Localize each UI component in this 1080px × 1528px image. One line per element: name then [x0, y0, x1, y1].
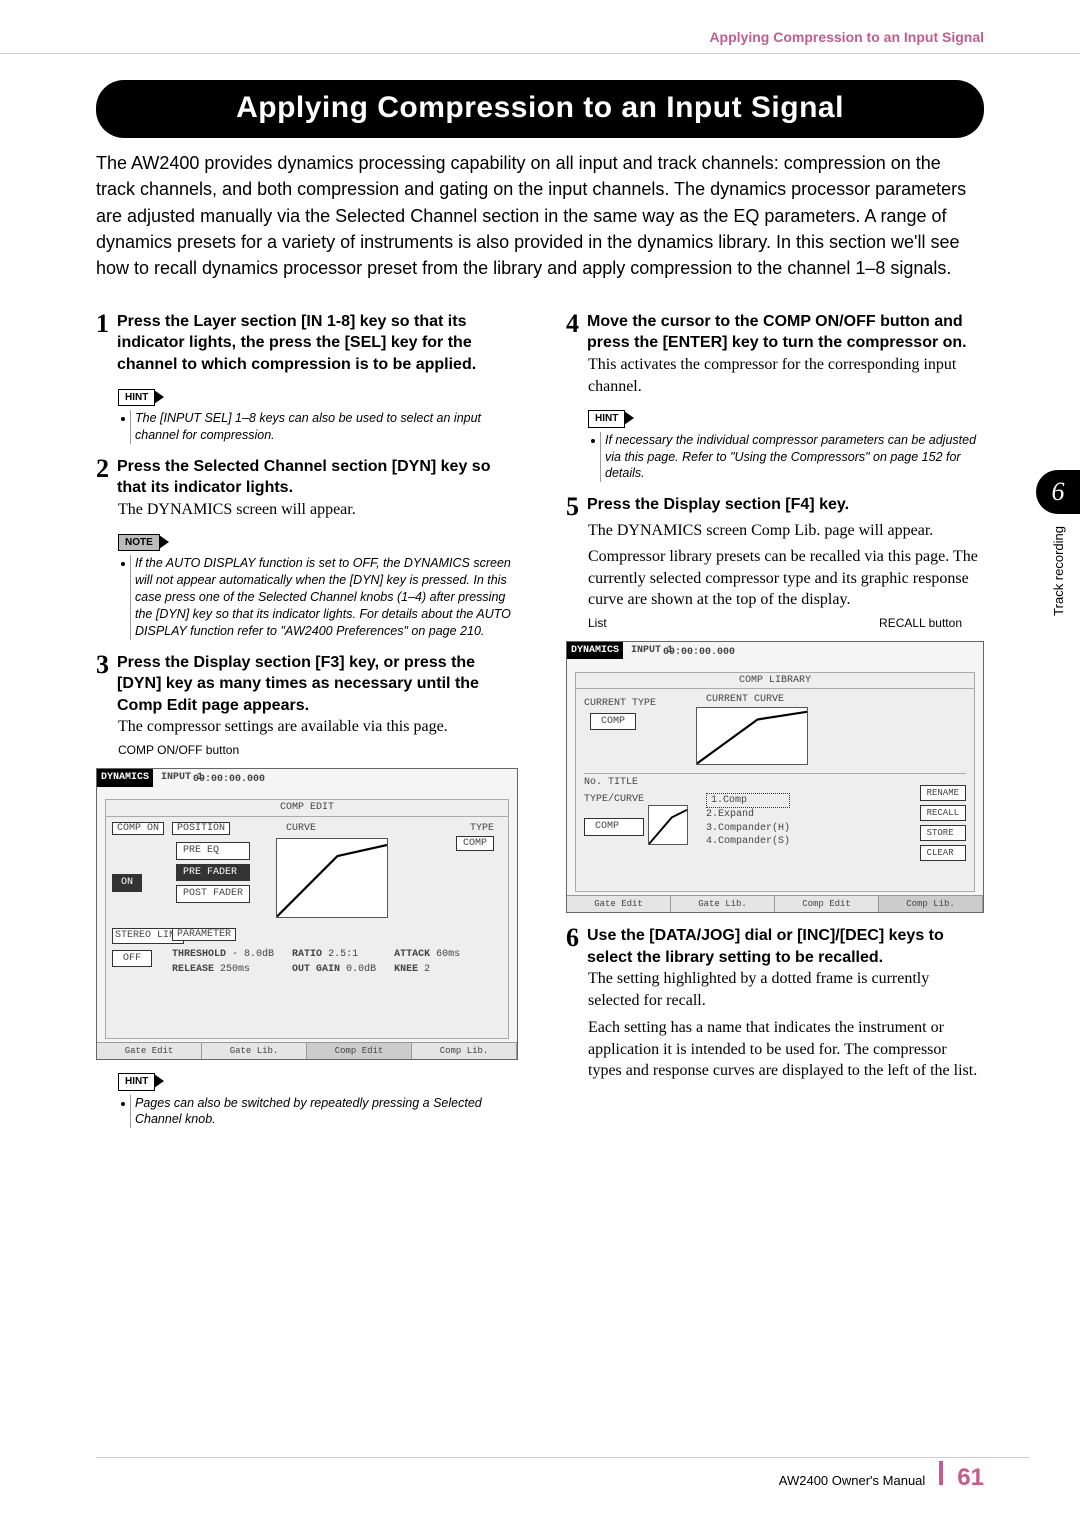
pos-option-post-fader[interactable]: POST FADER — [176, 885, 250, 903]
chapter-number: 6 — [1036, 470, 1080, 514]
step-4: 4 Move the cursor to the COMP ON/OFF but… — [566, 311, 984, 354]
type-curve-value: COMP — [584, 818, 644, 836]
footer-separator — [939, 1461, 943, 1485]
step-heading: Press the Display section [F3] key, or p… — [117, 652, 518, 717]
curve-label: CURVE — [286, 822, 316, 836]
stereo-link-toggle[interactable]: OFF — [112, 950, 152, 968]
step-body: The compressor settings are available vi… — [118, 716, 518, 738]
section-title: Applying Compression to an Input Signal — [96, 80, 984, 139]
callout-recall-button: RECALL button — [879, 615, 962, 631]
param-release[interactable]: RELEASE 250ms — [172, 963, 274, 977]
callout-list: List — [588, 615, 607, 631]
rename-button[interactable]: RENAME — [920, 785, 966, 801]
left-column: 1 Press the Layer section [IN 1-8] key s… — [96, 299, 518, 1129]
pos-option-pre-eq[interactable]: PRE EQ — [176, 842, 250, 860]
dynamics-comp-edit-screenshot: DYNAMICS INPUT 1 00:00:00.000 COMP EDIT … — [96, 768, 518, 1060]
step-body: Compressor library presets can be recall… — [588, 546, 984, 611]
step-heading: Move the cursor to the COMP ON/OFF butto… — [587, 311, 984, 354]
recall-button[interactable]: RECALL — [920, 805, 966, 821]
section-label: COMP EDIT — [106, 800, 508, 817]
current-curve-graph — [696, 707, 808, 765]
step-body: The DYNAMICS screen will appear. — [118, 499, 518, 521]
step-6: 6 Use the [DATA/JOG] dial or [INC]/[DEC]… — [566, 925, 984, 968]
type-curve-thumb — [648, 805, 688, 845]
pos-option-pre-fader[interactable]: PRE FADER — [176, 864, 250, 882]
chapter-tab: 6 Track recording — [1036, 470, 1080, 690]
step-1: 1 Press the Layer section [IN 1-8] key s… — [96, 311, 518, 376]
section-label: COMP LIBRARY — [576, 673, 974, 690]
tab-comp-edit[interactable]: Comp Edit — [307, 1043, 412, 1059]
step-5: 5 Press the Display section [F4] key. — [566, 494, 984, 520]
param-threshold[interactable]: THRESHOLD - 8.0dB — [172, 948, 274, 962]
hint-text: The [INPUT SEL] 1–8 keys can also be use… — [135, 410, 518, 444]
current-type-label: CURRENT TYPE — [584, 697, 656, 711]
type-curve-label: TYPE/CURVE — [584, 793, 644, 807]
step-body: Each setting has a name that indicates t… — [588, 1017, 984, 1082]
lib-item-3[interactable]: 3.Compander(H) — [706, 822, 790, 836]
step-2: 2 Press the Selected Channel section [DY… — [96, 456, 518, 499]
lib-item-4[interactable]: 4.Compander(S) — [706, 835, 790, 849]
note-text: If the AUTO DISPLAY function is set to O… — [135, 555, 518, 639]
tab-gate-edit[interactable]: Gate Edit — [567, 896, 671, 912]
chapter-label: Track recording — [1050, 526, 1068, 616]
page-number: 61 — [957, 1462, 984, 1494]
panel-title: DYNAMICS — [567, 642, 623, 660]
position-button[interactable]: POSITION — [172, 822, 230, 835]
panel-time: 00:00:00.000 — [193, 773, 265, 787]
type-label: TYPE — [456, 822, 494, 836]
step-number: 5 — [566, 494, 579, 520]
step-body: This activates the compressor for the co… — [588, 354, 984, 397]
step-body: The setting highlighted by a dotted fram… — [588, 968, 984, 1011]
comp-on-button[interactable]: COMP ON — [112, 822, 164, 835]
current-curve-label: CURRENT CURVE — [706, 693, 784, 707]
note-tag: NOTE — [118, 534, 160, 552]
right-column: 4 Move the cursor to the COMP ON/OFF but… — [566, 299, 984, 1129]
tab-comp-lib[interactable]: Comp Lib. — [879, 896, 983, 912]
hint-text: If necessary the individual compressor p… — [605, 432, 984, 483]
list-header: No. TITLE — [584, 773, 966, 790]
step-number: 6 — [566, 925, 579, 951]
step-number: 2 — [96, 456, 109, 482]
step-number: 4 — [566, 311, 579, 337]
parameter-label: PARAMETER — [172, 928, 236, 941]
tab-gate-lib[interactable]: Gate Lib. — [671, 896, 775, 912]
step-number: 3 — [96, 652, 109, 678]
page-footer: AW2400 Owner's Manual 61 — [779, 1461, 984, 1494]
param-knee[interactable]: KNEE 2 — [394, 963, 460, 977]
tab-comp-edit[interactable]: Comp Edit — [775, 896, 879, 912]
step-heading: Press the Selected Channel section [DYN]… — [117, 456, 518, 499]
figure-caption: COMP ON/OFF button — [118, 742, 518, 758]
lib-item-1[interactable]: 1.Comp — [706, 793, 790, 809]
step-heading: Press the Layer section [IN 1-8] key so … — [117, 311, 518, 376]
step-heading: Press the Display section [F4] key. — [587, 494, 984, 516]
footer-rule — [96, 1457, 1030, 1458]
hint-tag: HINT — [118, 389, 155, 407]
tab-comp-lib[interactable]: Comp Lib. — [412, 1043, 517, 1059]
panel-time: 00:00:00.000 — [663, 646, 735, 660]
step-number: 1 — [96, 311, 109, 337]
hint-tag: HINT — [588, 410, 625, 428]
panel-title: DYNAMICS — [97, 769, 153, 787]
store-button[interactable]: STORE — [920, 825, 966, 841]
param-ratio[interactable]: RATIO 2.5:1 — [292, 948, 376, 962]
manual-title: AW2400 Owner's Manual — [779, 1472, 926, 1490]
running-header: Applying Compression to an Input Signal — [0, 0, 1080, 54]
comp-curve-graph — [276, 838, 388, 918]
dynamics-comp-lib-screenshot: DYNAMICS INPUT 1 00:00:00.000 COMP LIBRA… — [566, 641, 984, 913]
hint-text: Pages can also be switched by repeatedly… — [135, 1095, 518, 1129]
param-attack[interactable]: ATTACK 60ms — [394, 948, 460, 962]
intro-paragraph: The AW2400 provides dynamics processing … — [96, 150, 984, 280]
step-heading: Use the [DATA/JOG] dial or [INC]/[DEC] k… — [587, 925, 984, 968]
type-value: COMP — [456, 836, 494, 852]
tab-gate-lib[interactable]: Gate Lib. — [202, 1043, 307, 1059]
param-outgain[interactable]: OUT GAIN 0.0dB — [292, 963, 376, 977]
current-type-value: COMP — [590, 713, 636, 731]
step-body: The DYNAMICS screen Comp Lib. page will … — [588, 520, 984, 542]
step-3: 3 Press the Display section [F3] key, or… — [96, 652, 518, 717]
comp-on-toggle[interactable]: ON — [112, 874, 142, 892]
clear-button[interactable]: CLEAR — [920, 845, 966, 861]
tab-gate-edit[interactable]: Gate Edit — [97, 1043, 202, 1059]
lib-item-2[interactable]: 2.Expand — [706, 808, 790, 822]
hint-tag: HINT — [118, 1073, 155, 1091]
